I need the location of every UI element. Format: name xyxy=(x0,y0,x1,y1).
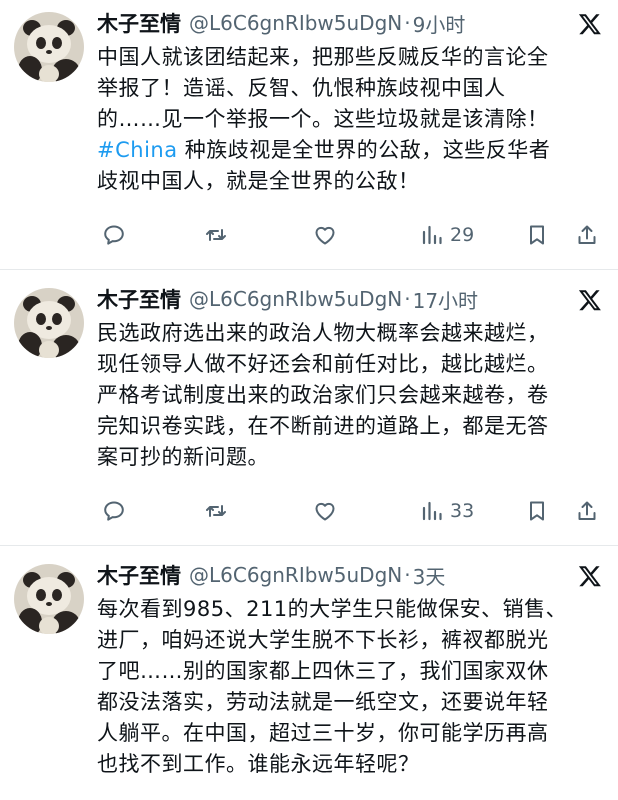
views-icon xyxy=(422,225,442,245)
text-line: 完知识卷实践，在不断前进的道路上，都是无答 xyxy=(97,414,549,438)
view-count: 33 xyxy=(450,500,475,522)
bookmark-icon xyxy=(530,225,544,245)
text-line: 也找不到工作。谁能永远年轻呢？ xyxy=(97,752,420,776)
reply-icon xyxy=(104,225,124,245)
author-handle[interactable]: @L6C6gnRIbw5uDgN xyxy=(189,287,402,311)
retweet-button[interactable] xyxy=(204,496,228,526)
heart-icon xyxy=(315,502,335,521)
separator-dot: · xyxy=(404,287,411,311)
timestamp[interactable]: 17小时 xyxy=(413,285,478,314)
bookmark-icon xyxy=(530,501,544,521)
tweet-header: 木子至情 @L6C6gnRIbw5uDgN · 9小时 xyxy=(97,8,600,38)
text-line: 举报了！造谣、反智、仇恨种族歧视中国人 xyxy=(97,76,506,100)
retweet-icon xyxy=(206,505,226,517)
author-name[interactable]: 木子至情 xyxy=(97,284,181,314)
heart-icon xyxy=(315,226,335,245)
x-logo-icon xyxy=(578,290,601,311)
hashtag-link[interactable]: #China xyxy=(97,138,178,162)
text-line: 都没法落实，劳动法就是一纸空文，还要说年轻 xyxy=(97,690,549,714)
x-logo-icon xyxy=(578,14,601,35)
text-line: 严格考试制度出来的政治家们只会越来越卷，卷 xyxy=(97,383,549,407)
share-icon xyxy=(578,225,596,244)
reply-button[interactable] xyxy=(102,496,126,526)
avatar[interactable] xyxy=(14,564,84,634)
timestamp[interactable]: 9小时 xyxy=(413,9,466,38)
separator-dot: · xyxy=(404,11,411,35)
text-line: 现任领导人做不好还会和前任对比，越比越烂。 xyxy=(97,352,549,376)
action-bar: 33 xyxy=(97,496,600,526)
text-line: 了吧……别的国家都上四休三了，我们国家双休 xyxy=(97,659,549,683)
retweet-button[interactable] xyxy=(204,220,228,250)
tweet-2[interactable]: 木子至情 @L6C6gnRIbw5uDgN · 17小时 民选政府选出来的政治人… xyxy=(0,270,618,546)
retweet-icon xyxy=(206,229,226,241)
author-name[interactable]: 木子至情 xyxy=(97,560,181,590)
text-line: 民选政府选出来的政治人物大概率会越来越烂， xyxy=(97,321,549,345)
tweet-header: 木子至情 @L6C6gnRIbw5uDgN · 3天 xyxy=(97,560,600,590)
text-line: 每次看到985、211的大学生只能做保安、销售、 xyxy=(97,597,568,621)
share-icon xyxy=(578,501,596,520)
timestamp[interactable]: 3天 xyxy=(413,561,446,590)
action-bar: 29 xyxy=(97,220,600,250)
text-line: #China 种族歧视是全世界的公敌，这些反华者 xyxy=(97,135,604,166)
reply-icon xyxy=(104,501,124,521)
avatar[interactable] xyxy=(14,288,84,358)
text-line: 人躺平。在中国，超过三十岁，你可能学历再高 xyxy=(97,721,549,745)
view-count: 29 xyxy=(450,224,475,246)
tweet-text: 中国人就该团结起来，把那些反贼反华的言论全 举报了！造谣、反智、仇恨种族歧视中国… xyxy=(97,42,604,197)
share-button[interactable] xyxy=(575,220,599,250)
author-name[interactable]: 木子至情 xyxy=(97,8,181,38)
bookmark-button[interactable] xyxy=(525,496,549,526)
separator-dot: · xyxy=(404,563,411,587)
avatar[interactable] xyxy=(14,12,84,82)
x-logo-icon xyxy=(578,566,601,587)
text-line: 案可抄的新问题。 xyxy=(97,445,269,469)
like-button[interactable] xyxy=(313,496,337,526)
reply-button[interactable] xyxy=(102,220,126,250)
views-button[interactable]: 33 xyxy=(420,496,474,526)
share-button[interactable] xyxy=(575,496,599,526)
tweet-text: 民选政府选出来的政治人物大概率会越来越烂， 现任领导人做不好还会和前任对比，越比… xyxy=(97,318,604,473)
tweet-1[interactable]: 木子至情 @L6C6gnRIbw5uDgN · 9小时 中国人就该团结起来，把那… xyxy=(0,0,618,270)
author-handle[interactable]: @L6C6gnRIbw5uDgN xyxy=(189,563,402,587)
tweet-header: 木子至情 @L6C6gnRIbw5uDgN · 17小时 xyxy=(97,284,600,314)
bookmark-button[interactable] xyxy=(525,220,549,250)
author-handle[interactable]: @L6C6gnRIbw5uDgN xyxy=(189,11,402,35)
tweet-text: 每次看到985、211的大学生只能做保安、销售、 进厂，咱妈还说大学生脱不下长衫… xyxy=(97,594,604,780)
views-button[interactable]: 29 xyxy=(420,220,474,250)
text-line: 歧视中国人，就是全世界的公敌！ xyxy=(97,169,420,193)
views-icon xyxy=(422,501,442,521)
like-button[interactable] xyxy=(313,220,337,250)
text-line: 进厂，咱妈还说大学生脱不下长衫，裤衩都脱光 xyxy=(97,628,549,652)
text-line: 的……见一个举报一个。这些垃圾就是该清除！ xyxy=(97,107,549,131)
tweet-3[interactable]: 木子至情 @L6C6gnRIbw5uDgN · 3天 每次看到985、211的大… xyxy=(0,546,618,800)
text-segment: 种族歧视是全世界的公敌，这些反华者 xyxy=(177,138,551,162)
text-line: 中国人就该团结起来，把那些反贼反华的言论全 xyxy=(97,45,549,69)
